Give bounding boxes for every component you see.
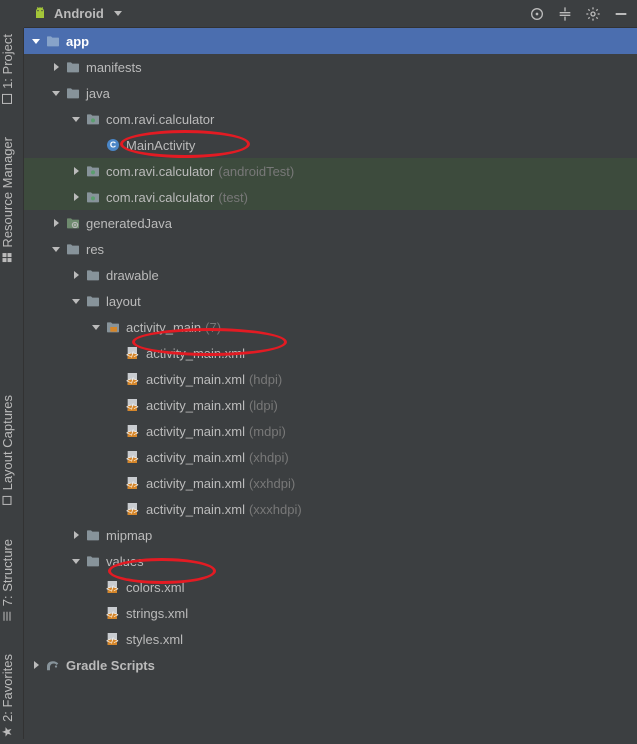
tree-node-java[interactable]: java: [24, 80, 637, 106]
tab-resource-manager-label: Resource Manager: [0, 137, 15, 248]
chevron-down-icon: [114, 11, 122, 16]
svg-text:</>: </>: [106, 610, 119, 620]
tree-node-main-activity[interactable]: CMainActivity: [24, 132, 637, 158]
tree-node-am-xxhdpi[interactable]: </>activity_main.xml(xxhdpi): [24, 470, 637, 496]
tree-node-mipmap[interactable]: mipmap: [24, 522, 637, 548]
tree-node-am-xhdpi[interactable]: </>activity_main.xml(xhdpi): [24, 444, 637, 470]
tree-node-layout[interactable]: layout: [24, 288, 637, 314]
tab-structure-label: 7: Structure: [0, 539, 15, 606]
tab-project[interactable]: 1: Project: [0, 28, 15, 111]
tab-favorites-label: 2: Favorites: [0, 654, 15, 722]
tree-node-generated-java[interactable]: generatedJava: [24, 210, 637, 236]
tree-node-strings-xml[interactable]: </>strings.xml: [24, 600, 637, 626]
tree-node-res[interactable]: res: [24, 236, 637, 262]
android-icon: [32, 6, 48, 22]
project-tree: app manifests java com.ravi.calculator C…: [24, 28, 637, 739]
tree-node-pkg-test[interactable]: com.ravi.calculator(test): [24, 184, 637, 210]
tree-node-am-xml[interactable]: </>activity_main.xml: [24, 340, 637, 366]
gear-icon[interactable]: [585, 6, 601, 22]
tree-node-am-ldpi[interactable]: </>activity_main.xml(ldpi): [24, 392, 637, 418]
target-icon[interactable]: [529, 6, 545, 22]
tree-node-pkg-main[interactable]: com.ravi.calculator: [24, 106, 637, 132]
tree-node-values[interactable]: values: [24, 548, 637, 574]
svg-text:</>: </>: [126, 506, 139, 516]
svg-text:</>: </>: [126, 480, 139, 490]
svg-text:</>: </>: [126, 428, 139, 438]
tree-node-manifests[interactable]: manifests: [24, 54, 637, 80]
svg-text:C: C: [110, 140, 117, 150]
svg-text:</>: </>: [126, 454, 139, 464]
svg-text:</>: </>: [126, 402, 139, 412]
tree-node-am-mdpi[interactable]: </>activity_main.xml(mdpi): [24, 418, 637, 444]
tab-layout-captures[interactable]: Layout Captures: [0, 389, 15, 512]
tab-resource-manager[interactable]: Resource Manager: [0, 131, 15, 270]
tab-layout-captures-label: Layout Captures: [0, 395, 15, 490]
svg-text:</>: </>: [126, 350, 139, 360]
tab-project-label: 1: Project: [0, 34, 15, 89]
svg-text:</>: </>: [106, 584, 119, 594]
view-mode-label: Android: [54, 6, 104, 21]
minimize-icon[interactable]: [613, 6, 629, 22]
svg-text:</>: </>: [106, 636, 119, 646]
tree-node-activity-main-group[interactable]: activity_main(7): [24, 314, 637, 340]
tree-node-pkg-androidtest[interactable]: com.ravi.calculator(androidTest): [24, 158, 637, 184]
collapse-icon[interactable]: [557, 6, 573, 22]
tab-structure[interactable]: 7: Structure: [0, 533, 15, 628]
vertical-tabs: 1: Project Resource Manager Layout Captu…: [0, 28, 24, 739]
tree-node-drawable[interactable]: drawable: [24, 262, 637, 288]
tree-node-app[interactable]: app: [24, 28, 637, 54]
tree-node-colors-xml[interactable]: </>colors.xml: [24, 574, 637, 600]
view-mode-dropdown[interactable]: Android: [32, 6, 122, 22]
toolbar: Android: [24, 0, 637, 28]
svg-text:</>: </>: [126, 376, 139, 386]
tree-node-styles-xml[interactable]: </>styles.xml: [24, 626, 637, 652]
tree-node-gradle-scripts[interactable]: Gradle Scripts: [24, 652, 637, 678]
tree-node-am-xxxhdpi[interactable]: </>activity_main.xml(xxxhdpi): [24, 496, 637, 522]
tree-node-am-hdpi[interactable]: </>activity_main.xml(hdpi): [24, 366, 637, 392]
tab-favorites[interactable]: 2: Favorites: [0, 648, 15, 744]
